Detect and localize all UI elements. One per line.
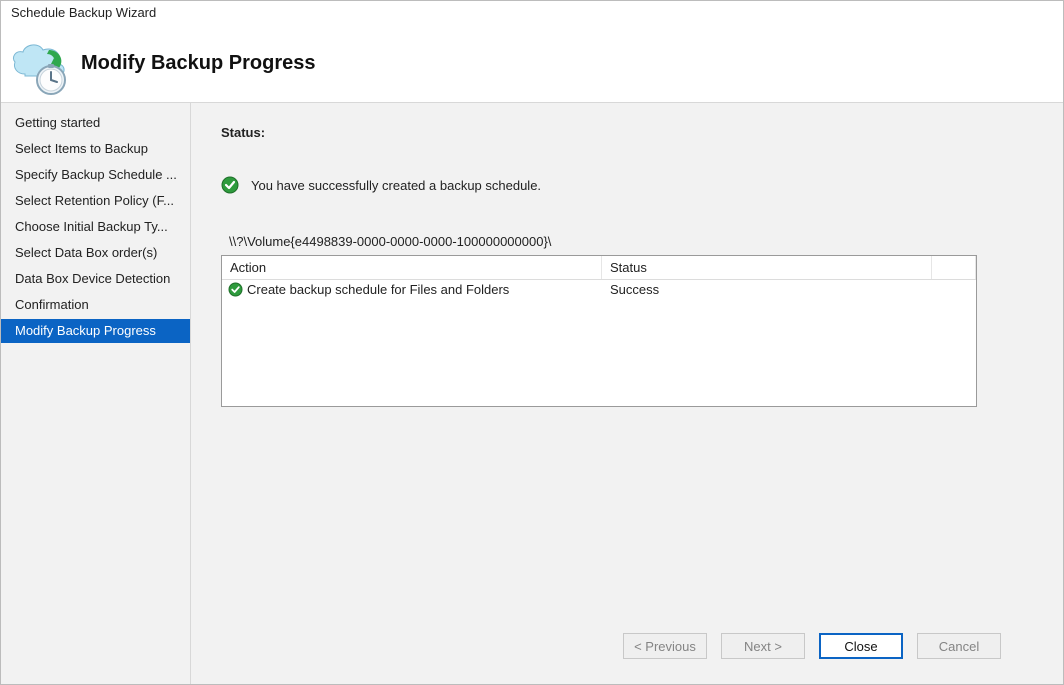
- header: Modify Backup Progress: [1, 29, 1063, 103]
- volume-path-text: \\?\Volume{e4498839-0000-0000-0000-10000…: [229, 234, 1033, 249]
- sidebar-item-confirmation[interactable]: Confirmation: [1, 293, 190, 317]
- sidebar-item-data-box-orders[interactable]: Select Data Box order(s): [1, 241, 190, 265]
- sidebar-item-modify-backup-progress[interactable]: Modify Backup Progress: [1, 319, 190, 343]
- status-message-row: You have successfully created a backup s…: [221, 176, 1033, 194]
- title-bar: Schedule Backup Wizard: [1, 1, 1063, 29]
- page-title: Modify Backup Progress: [81, 52, 316, 75]
- body: Getting started Select Items to Backup S…: [1, 103, 1063, 684]
- next-button: Next >: [721, 633, 805, 659]
- row-action-text: Create backup schedule for Files and Fol…: [247, 282, 509, 297]
- sidebar-item-data-box-detection[interactable]: Data Box Device Detection: [1, 267, 190, 291]
- backup-cloud-icon: [7, 36, 77, 96]
- footer-buttons: < Previous Next > Close Cancel: [221, 618, 1033, 674]
- status-message-text: You have successfully created a backup s…: [251, 178, 541, 193]
- table-header-status[interactable]: Status: [602, 256, 932, 279]
- previous-button: < Previous: [623, 633, 707, 659]
- success-check-icon: [221, 176, 239, 194]
- sidebar-item-retention-policy[interactable]: Select Retention Policy (F...: [1, 189, 190, 213]
- table-row[interactable]: Create backup schedule for Files and Fol…: [222, 280, 976, 299]
- main-panel: Status: You have successfully created a …: [191, 103, 1063, 684]
- sidebar-item-getting-started[interactable]: Getting started: [1, 111, 190, 135]
- row-success-check-icon: [228, 282, 243, 297]
- cancel-button: Cancel: [917, 633, 1001, 659]
- table-header-row: Action Status: [222, 256, 976, 280]
- sidebar-item-initial-backup-type[interactable]: Choose Initial Backup Ty...: [1, 215, 190, 239]
- sidebar: Getting started Select Items to Backup S…: [1, 103, 191, 684]
- window-title: Schedule Backup Wizard: [11, 5, 156, 20]
- close-button[interactable]: Close: [819, 633, 903, 659]
- sidebar-item-specify-schedule[interactable]: Specify Backup Schedule ...: [1, 163, 190, 187]
- table-header-action[interactable]: Action: [222, 256, 602, 279]
- results-table: Action Status Create backup schedule for…: [221, 255, 977, 407]
- wizard-window: Schedule Backup Wizard Modify Backup Pro…: [0, 0, 1064, 685]
- table-cell-action: Create backup schedule for Files and Fol…: [228, 282, 608, 297]
- status-label: Status:: [221, 125, 1033, 140]
- sidebar-item-select-items[interactable]: Select Items to Backup: [1, 137, 190, 161]
- table-header-blank: [932, 256, 976, 279]
- table-cell-status: Success: [608, 282, 938, 297]
